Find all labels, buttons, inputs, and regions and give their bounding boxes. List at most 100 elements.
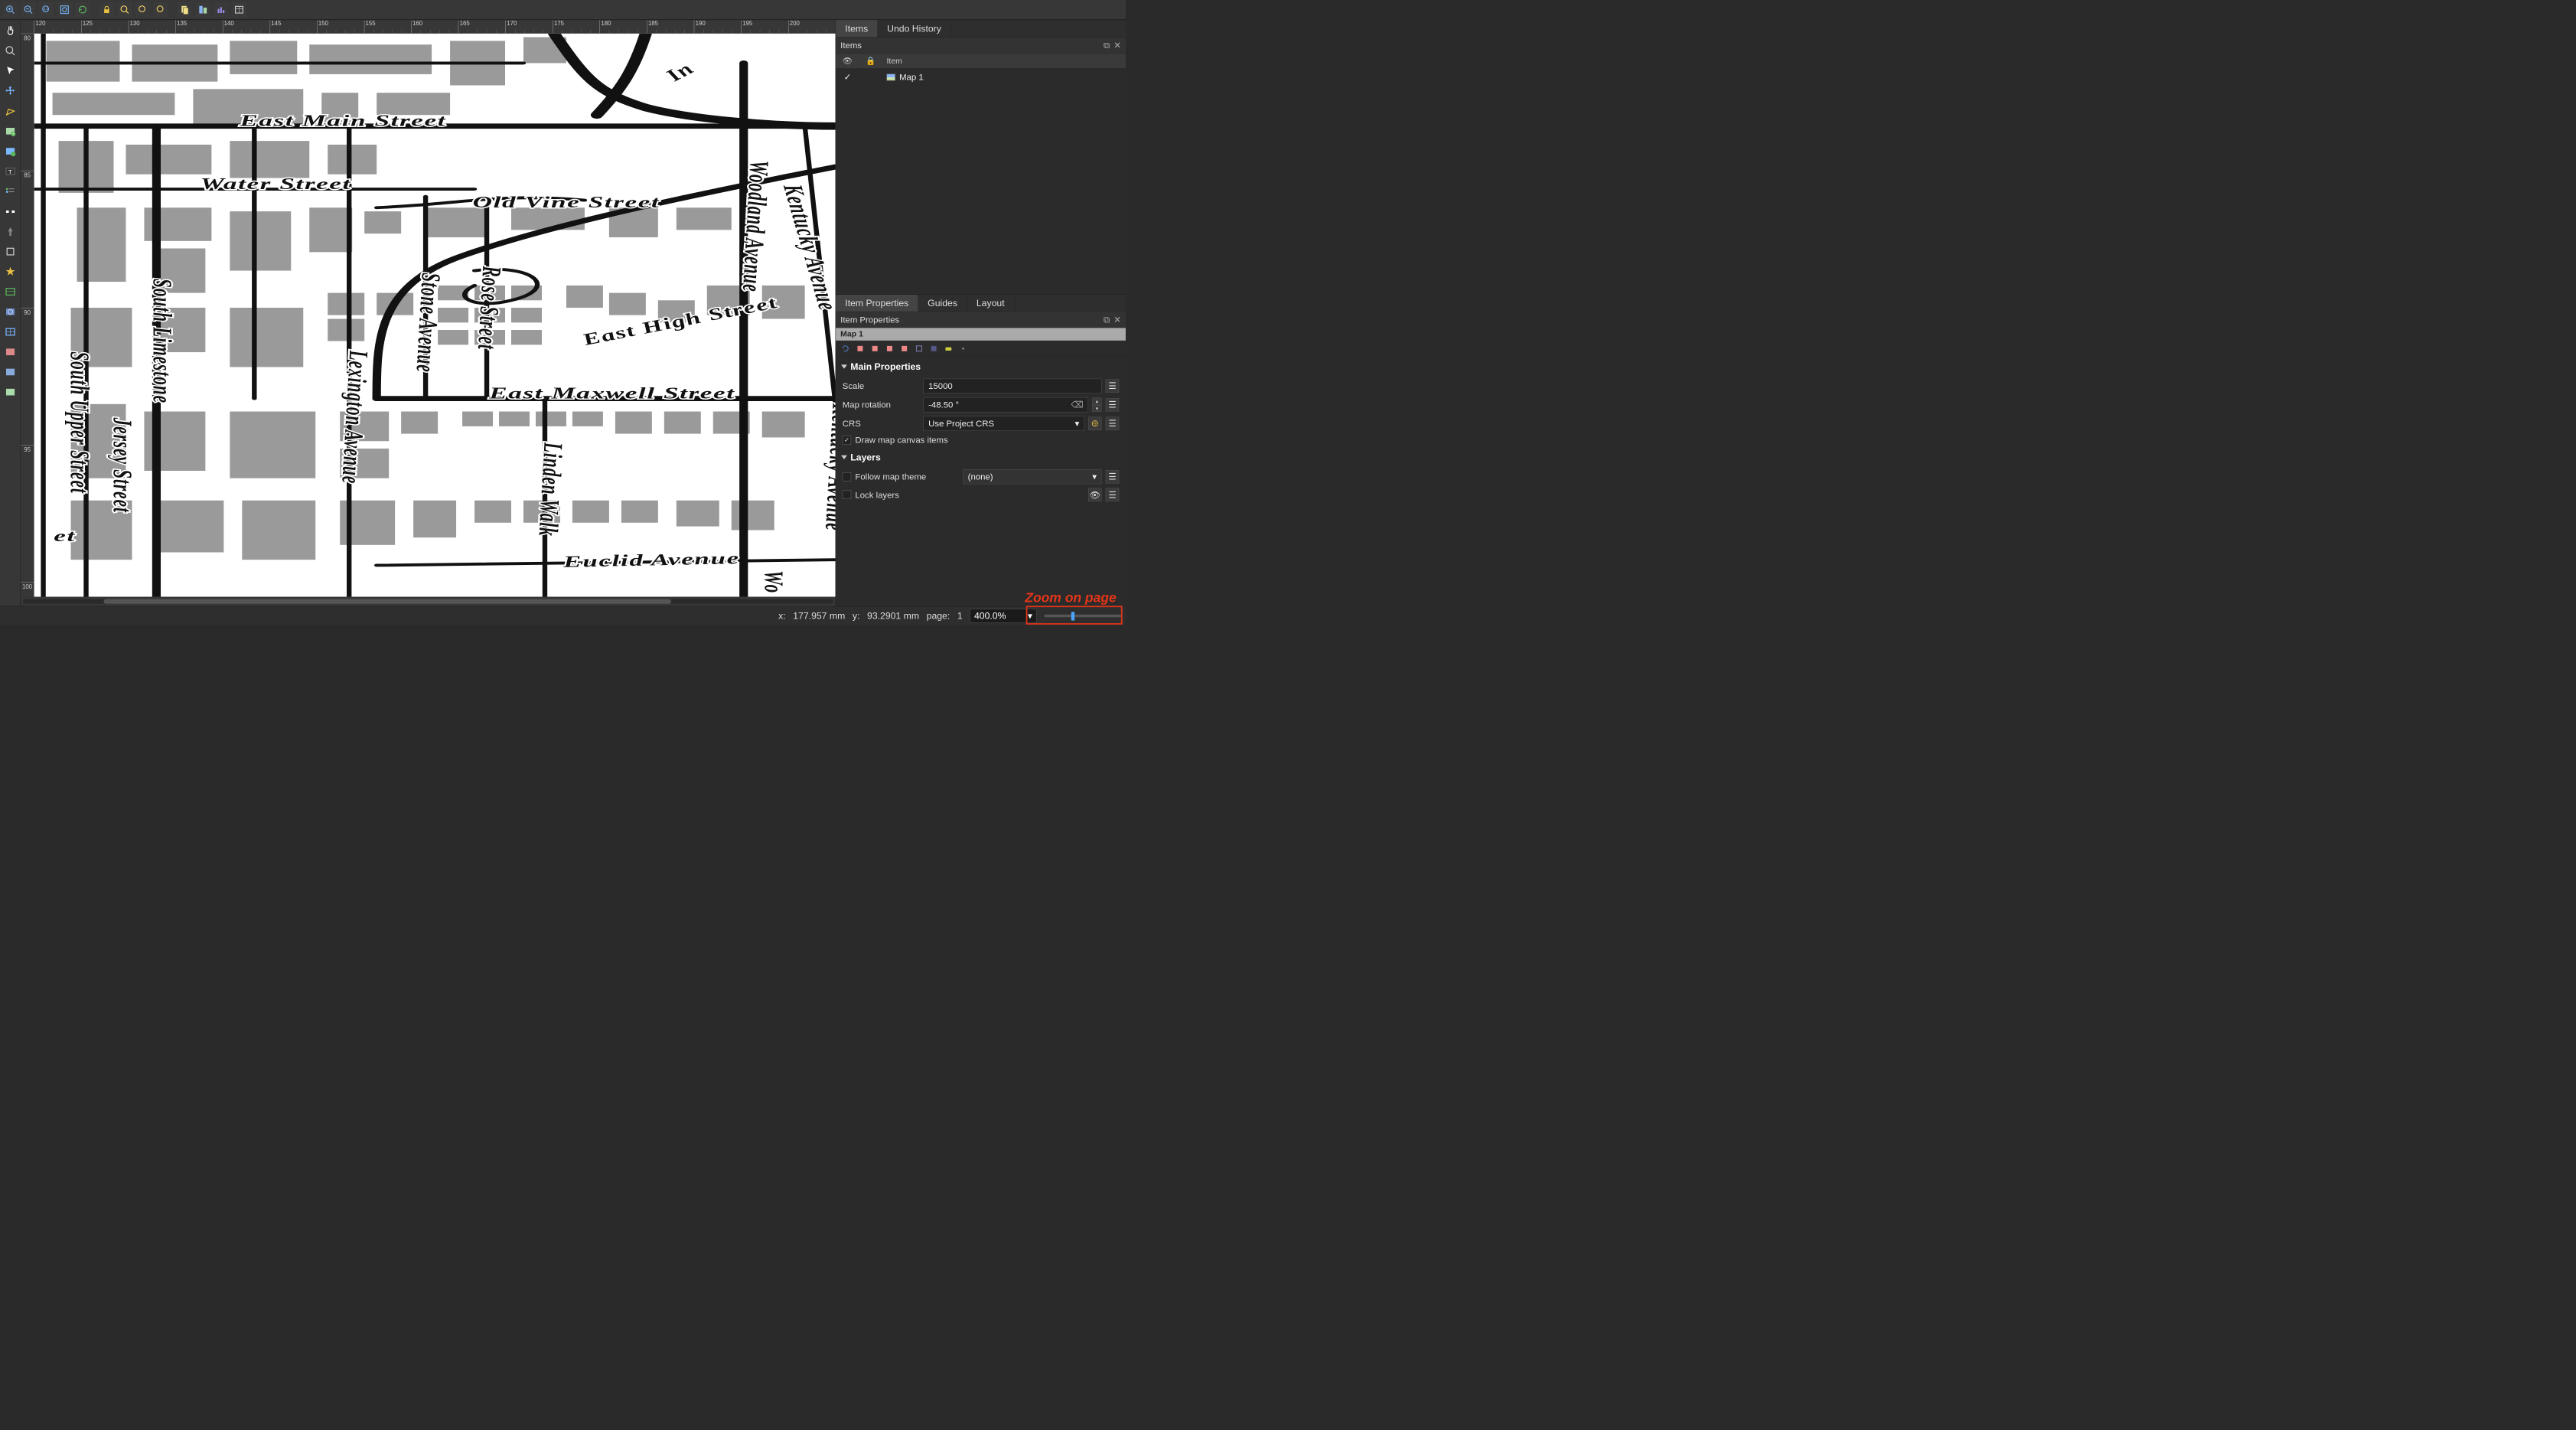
add-grid-tool[interactable] [1,342,19,361]
tab-undo-history[interactable]: Undo History [878,20,951,37]
move-item-tool[interactable] [1,82,19,100]
clear-icon[interactable]: ⌫ [1071,400,1083,410]
scale-input[interactable]: 15000 [924,379,1102,393]
chevron-down-icon-2: ▾ [1092,472,1097,482]
map-item-icon [886,73,895,80]
follow-theme-override[interactable]: ☰ [1106,470,1119,483]
crs-picker-button[interactable] [1088,417,1101,430]
street-label: Linden Walk [533,442,568,537]
mini-extent3-button[interactable] [885,344,895,354]
panel-close-icon-2[interactable]: ✕ [1114,315,1121,325]
add-extra-tool[interactable] [1,383,19,401]
street-label: East Main Street [239,112,446,129]
mini-overview-button[interactable] [929,344,939,354]
extent-zoom-in-button[interactable] [117,2,132,18]
pan-tool[interactable] [1,21,19,40]
items-row-vis[interactable]: ✓ [836,72,859,83]
follow-theme-checkbox[interactable] [843,472,851,481]
mini-export-button[interactable] [958,344,968,354]
rotation-input[interactable]: -48.50 ° ⌫ [924,397,1088,412]
crs-value: Use Project CRS [928,418,994,429]
lock-layers-override[interactable]: ☰ [1106,488,1119,501]
add-legend-tool[interactable] [1,182,19,201]
section-main-properties[interactable]: Main Properties [836,357,1126,377]
crs-override-button[interactable]: ☰ [1106,417,1119,430]
zoom-combo[interactable]: 400.0% ▾ [970,609,1036,622]
edit-nodes-tool[interactable] [1,102,19,120]
street-label: Water Street [201,175,351,193]
zoom-tool[interactable] [1,41,19,60]
lock-layers-eye[interactable]: 👁 [1088,488,1101,501]
zoom-in-button[interactable] [2,2,18,18]
zoom-fit-button[interactable] [57,2,72,18]
props-title-label: Item Properties [840,315,899,325]
add-attr-tool[interactable] [1,322,19,341]
rotation-spin-up[interactable]: ▲ [1092,398,1101,405]
rotation-override-button[interactable]: ☰ [1106,398,1119,411]
add-marker-tool[interactable] [1,363,19,381]
add-star-tool[interactable] [1,263,19,281]
layout-canvas[interactable]: East Main Street Water Street Old Vine Str… [34,34,836,597]
select-tool[interactable] [1,61,19,80]
status-x-value: 177.957 mm [793,610,845,621]
extent-zoom-out-button[interactable] [135,2,151,18]
rotation-label: Map rotation [843,400,920,410]
mini-refresh-button[interactable] [840,344,850,354]
add-page-button[interactable] [178,2,193,18]
zoom-1to1-button[interactable]: 1:1 [39,2,54,18]
app-root: 1:1 + T [0,0,1126,625]
table-button[interactable] [231,2,246,18]
scale-label: Scale [843,381,920,392]
follow-theme-select[interactable]: (none) ▾ [963,469,1101,484]
panel-close-icon[interactable]: ✕ [1114,40,1121,51]
add-map-tool[interactable]: + [1,122,19,140]
lock-layers-label: Lock layers [855,490,1084,501]
panel-detach-icon[interactable]: ⧉ [1104,40,1110,51]
histogram-button[interactable] [214,2,229,18]
zoom-out-button[interactable] [21,2,36,18]
street-label: In [659,60,700,85]
tab-item-properties[interactable]: Item Properties [836,295,918,312]
items-title-label: Items [840,40,862,51]
panel-detach-icon-2[interactable]: ⧉ [1104,315,1110,325]
section-layers[interactable]: Layers [836,447,1126,467]
add-arrow-tool[interactable] [1,222,19,240]
draw-canvas-checkbox[interactable]: ✓ [843,436,851,444]
street-label: Old Vine Street [473,194,660,211]
add-shape-tool[interactable] [1,242,19,260]
mini-extent1-button[interactable] [855,344,865,354]
scale-override-button[interactable]: ☰ [1106,380,1119,393]
mini-grid-button[interactable] [914,344,924,354]
item-properties-panel: Map 1 Main Properties Scale 15000 [836,328,1126,606]
items-col-item: Item [882,57,1126,66]
tab-layout[interactable]: Layout [967,295,1015,312]
items-row-map1[interactable]: ✓ Map 1 [836,69,1126,86]
align-button[interactable] [195,2,210,18]
draw-canvas-label: Draw map canvas items [855,435,947,446]
lock-layers-checkbox[interactable] [843,491,851,499]
add-text-tool[interactable]: T [1,162,19,181]
mini-extent2-button[interactable] [870,344,880,354]
refresh-button[interactable] [75,2,90,18]
chevron-down-icon: ▾ [1074,418,1079,429]
mini-label-button[interactable] [944,344,954,354]
rotation-spin-down[interactable]: ▼ [1092,405,1101,412]
tab-guides[interactable]: Guides [918,295,967,312]
status-y-label: y: [853,610,860,621]
zoom-slider[interactable] [1044,615,1121,617]
add-scalebar-tool[interactable] [1,202,19,220]
items-list: 👁 🔒 Item ✓ Map 1 [836,54,1126,295]
crs-select[interactable]: Use Project CRS ▾ [924,416,1084,431]
add-image-tool[interactable] [1,142,19,160]
top-toolbar: 1:1 [0,0,1126,20]
extent-1to1-button[interactable] [153,2,168,18]
canvas-horizontal-scrollbar[interactable] [21,597,836,606]
lock-button[interactable] [99,2,114,18]
map-page[interactable]: East Main Street Water Street Old Vine Str… [34,34,836,597]
ruler-vertical[interactable]: 80859095100 [21,34,34,597]
ruler-horizontal[interactable]: 1201251301351401451501551601651701751801… [34,20,836,33]
add-table-tool[interactable] [1,282,19,301]
add-html-tool[interactable] [1,302,19,321]
tab-items[interactable]: Items [836,20,878,37]
mini-extent4-button[interactable] [899,344,909,354]
